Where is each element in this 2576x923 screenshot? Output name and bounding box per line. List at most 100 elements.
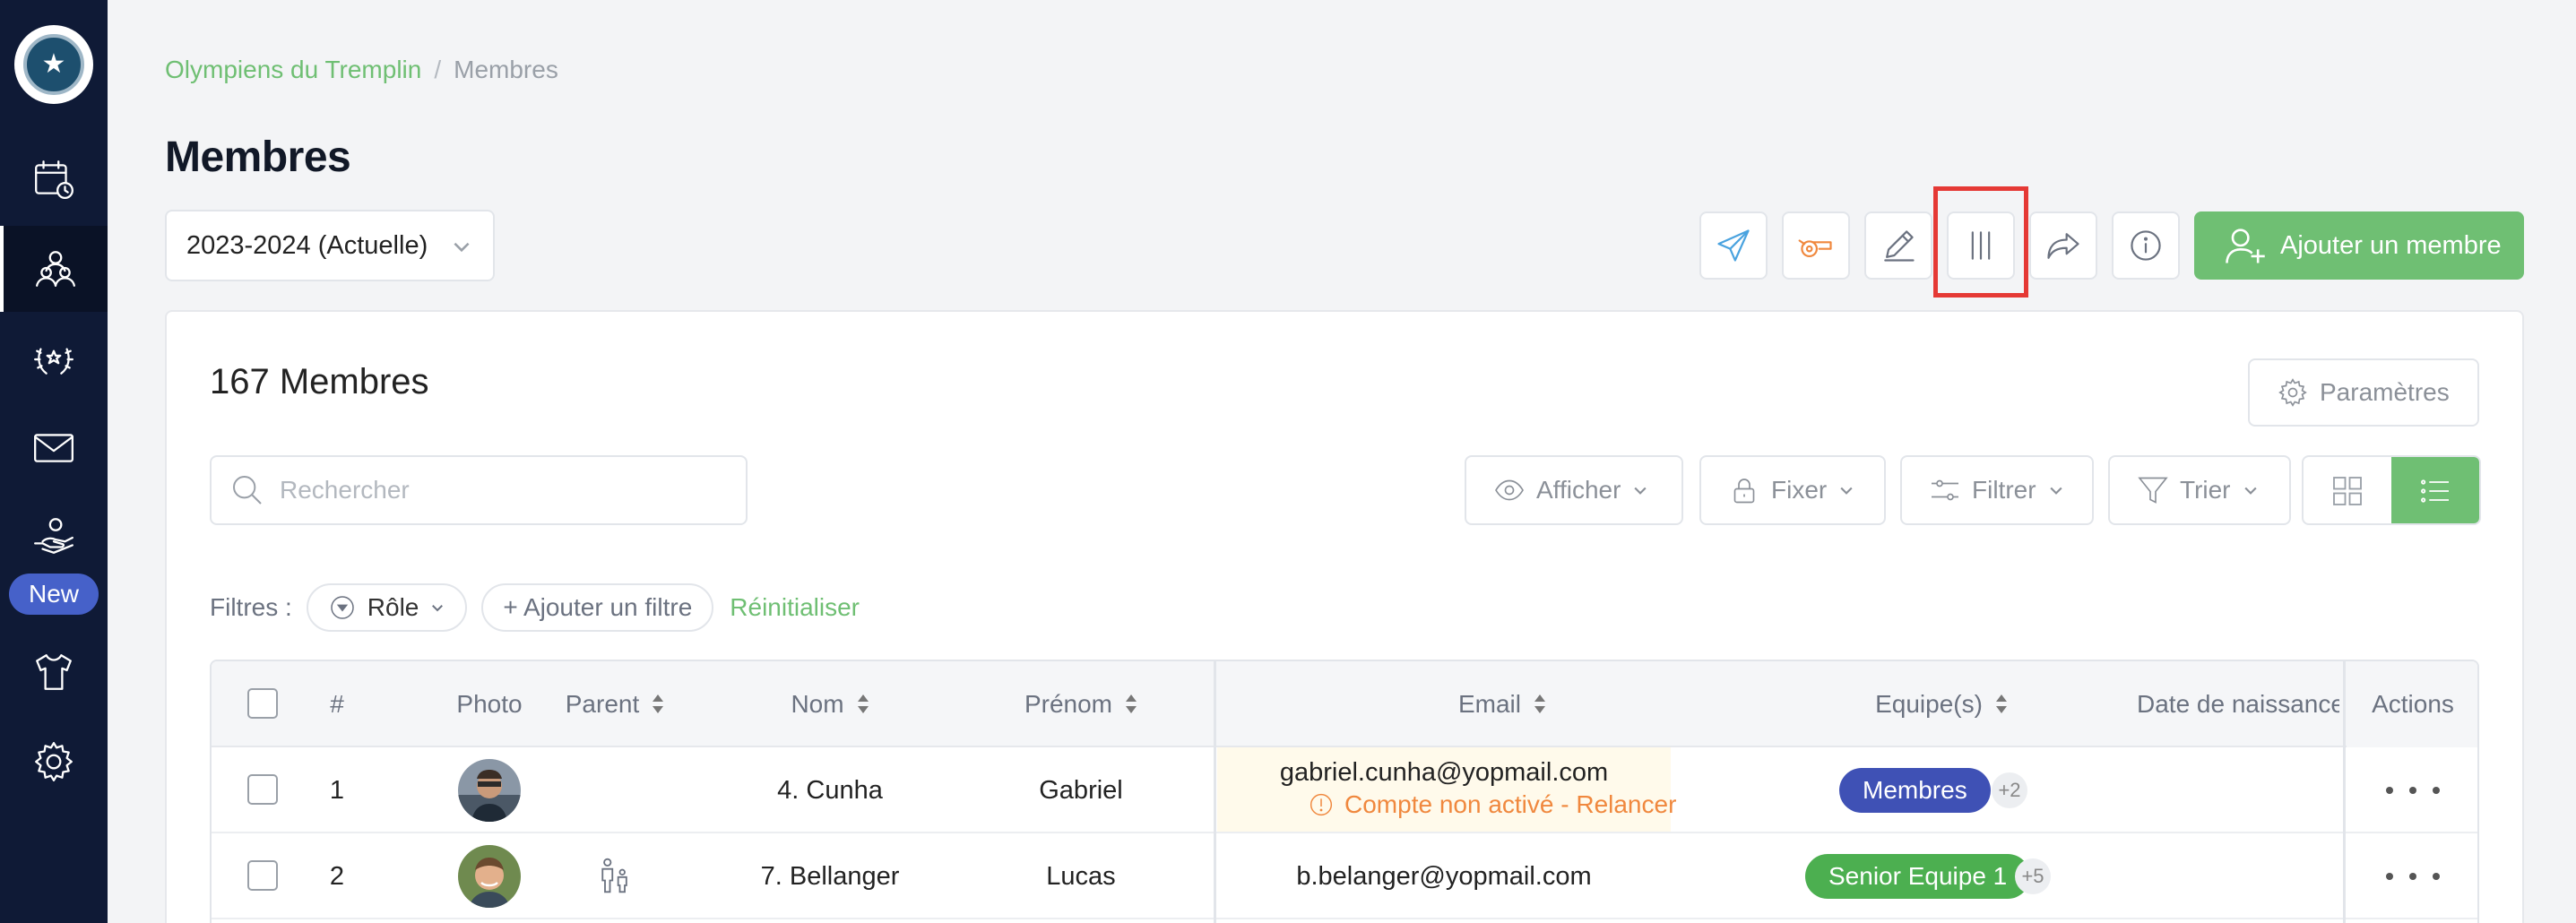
grid-icon — [2333, 477, 2362, 505]
members-table: # Photo Parent Nom Prénom Email Equipe(s… — [210, 660, 2479, 923]
search-icon — [233, 476, 262, 505]
jersey-icon — [36, 654, 72, 690]
star-icon: ★ — [41, 49, 66, 79]
column-header-parent[interactable]: Parent — [552, 661, 678, 747]
pin-button[interactable]: Fixer — [1699, 455, 1886, 525]
send-message-button[interactable] — [1699, 211, 1768, 280]
parent-cell — [595, 833, 635, 919]
sidebar-item-shop[interactable] — [0, 629, 108, 715]
row-email: b.belanger@yopmail.com — [1296, 862, 1592, 891]
reset-filters-link[interactable]: Réinitialiser — [730, 593, 860, 622]
sidebar-item-donations[interactable] — [0, 493, 108, 579]
chevron-down-icon — [2243, 487, 2257, 495]
column-header-email-label: Email — [1457, 690, 1521, 718]
account-not-activated-warning[interactable]: Compte non activé - Relancer — [1307, 790, 1676, 819]
eye-icon — [1495, 479, 1524, 501]
column-header-equipes[interactable]: Equipe(s) — [1762, 661, 2121, 747]
members-count: 167 Membres — [210, 362, 429, 401]
gear-icon — [2278, 378, 2307, 407]
chevron-down-icon — [454, 242, 470, 253]
display-button[interactable]: Afficher — [1465, 455, 1683, 525]
role-filter-label: Rôle — [367, 593, 419, 621]
column-header-equipes-label: Equipe(s) — [1875, 690, 1983, 718]
avatar-photo — [458, 845, 521, 908]
avatar-photo — [458, 759, 521, 822]
column-header-photo: Photo — [456, 690, 523, 718]
filter-label: Filtrer — [1972, 476, 2036, 504]
list-view-button[interactable] — [2391, 457, 2479, 523]
lock-icon — [1733, 479, 1755, 504]
search-input[interactable] — [280, 476, 728, 505]
table-row[interactable]: 2 7. Bellanger Lucas b.belanger@yopmail.… — [212, 833, 2477, 919]
column-header-nom[interactable]: Nom — [713, 661, 947, 747]
whistle-button[interactable] — [1782, 211, 1850, 280]
avatar — [458, 845, 521, 908]
role-filter-chip[interactable]: Rôle — [306, 583, 468, 632]
sidebar-item-settings[interactable] — [0, 719, 108, 805]
sliders-icon — [1932, 479, 1958, 501]
season-select-value: 2023-2024 (Actuelle) — [186, 230, 428, 260]
dot — [2433, 873, 2440, 880]
sort-icon — [857, 694, 869, 714]
chevron-down-icon — [432, 605, 444, 612]
season-select[interactable]: 2023-2024 (Actuelle) — [165, 210, 495, 281]
export-button[interactable] — [2029, 211, 2097, 280]
settings-button[interactable]: Paramètres — [2248, 358, 2479, 427]
row-prenom: Lucas — [1046, 862, 1116, 891]
more-teams-badge[interactable]: +2 — [1992, 772, 2027, 808]
column-header-number: # — [330, 690, 344, 718]
breadcrumb-club-link[interactable]: Olympiens du Tremplin — [165, 56, 421, 83]
more-teams-badge[interactable]: +5 — [2015, 858, 2051, 894]
row-actions-button[interactable] — [2386, 781, 2440, 799]
row-number: 2 — [329, 862, 345, 891]
select-all-checkbox[interactable] — [247, 688, 278, 719]
actions-column-divider — [2343, 661, 2346, 923]
whistle-icon — [1798, 239, 1832, 258]
avatar — [458, 759, 521, 822]
sort-icon — [1534, 694, 1546, 714]
dot — [2433, 787, 2440, 794]
column-header-date-naissance: Date de naissance — [2137, 690, 2339, 718]
chevron-down-icon — [1634, 487, 1647, 495]
grid-view-button[interactable] — [2304, 457, 2391, 523]
sort-icon — [1125, 694, 1137, 714]
add-member-button[interactable]: Ajouter un membre — [2194, 211, 2524, 280]
row-checkbox[interactable] — [247, 774, 278, 805]
sidebar-item-members[interactable] — [0, 226, 108, 312]
edit-button[interactable] — [1864, 211, 1932, 280]
gear-icon — [35, 742, 73, 781]
breadcrumb-separator: / — [434, 56, 442, 83]
sidebar-item-competitions[interactable] — [0, 315, 108, 401]
row-actions-button[interactable] — [2386, 867, 2440, 885]
table-header: # Photo Parent Nom Prénom Email Equipe(s… — [212, 661, 2477, 747]
filters-row: Filtres : Rôle + Ajouter un filtre Réini… — [210, 582, 860, 633]
club-logo[interactable]: ★ — [14, 25, 93, 104]
sidebar-item-messages[interactable] — [0, 405, 108, 491]
sort-button[interactable]: Trier — [2108, 455, 2291, 525]
sidebar-item-calendar[interactable] — [0, 136, 108, 222]
laurel-icon — [34, 348, 73, 375]
team-badge: Senior Equipe 1 — [1805, 854, 2031, 899]
info-button[interactable] — [2112, 211, 2180, 280]
display-label: Afficher — [1536, 476, 1621, 504]
settings-label: Paramètres — [2320, 378, 2450, 406]
add-filter-button[interactable]: + Ajouter un filtre — [481, 583, 714, 632]
table-row[interactable]: 1 4. Cunha Gabriel gabriel.cunha@yopmail… — [212, 747, 2477, 833]
circle-chevron-icon — [331, 596, 354, 619]
add-member-label: Ajouter un membre — [2280, 230, 2502, 260]
club-crest: ★ — [23, 34, 84, 95]
filter-button[interactable]: Filtrer — [1900, 455, 2094, 525]
parent-child-icon — [601, 858, 627, 893]
pin-label: Fixer — [1771, 476, 1828, 504]
send-icon — [1717, 229, 1750, 262]
sidebar: ★ New — [0, 0, 108, 923]
row-checkbox[interactable] — [247, 860, 278, 891]
search-box[interactable] — [210, 455, 748, 525]
row-number: 1 — [329, 776, 345, 805]
dot — [2386, 873, 2393, 880]
members-card: 167 Membres Paramètres Afficher Fixer Fi… — [165, 310, 2524, 923]
column-header-prenom[interactable]: Prénom — [964, 661, 1197, 747]
column-header-email[interactable]: Email — [1287, 661, 1717, 747]
sort-icon — [652, 694, 664, 714]
row-email: gabriel.cunha@yopmail.com — [1279, 758, 1609, 787]
